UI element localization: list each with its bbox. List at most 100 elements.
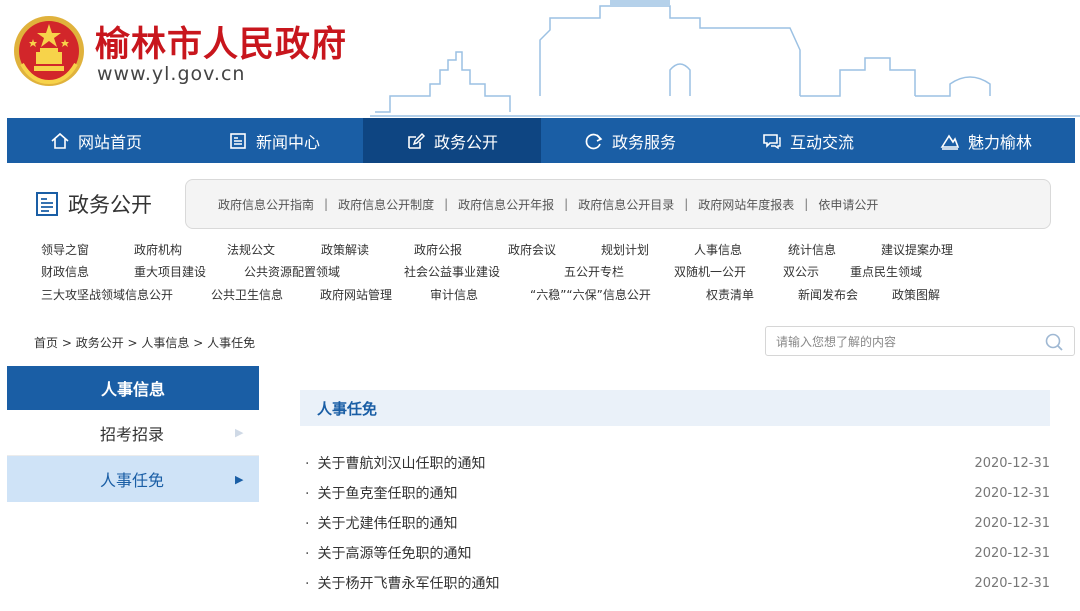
mountain-icon	[940, 134, 960, 150]
arrow-right-icon: ▶	[235, 426, 244, 439]
sublink[interactable]: 政府网站年度报表	[698, 196, 794, 213]
category-link[interactable]: 政策解读	[321, 241, 369, 258]
content-title: 人事任免	[300, 390, 1050, 426]
site-header: 榆林市人民政府 www.yl.gov.cn	[0, 0, 1080, 118]
separator: |	[804, 197, 809, 211]
category-link[interactable]: 财政信息	[41, 263, 89, 280]
category-link[interactable]: 五公开专栏	[564, 263, 624, 280]
category-link[interactable]: 政府网站管理	[320, 286, 392, 303]
category-link[interactable]: 三大攻坚战领域信息公开	[41, 286, 173, 303]
search-icon[interactable]	[1044, 332, 1064, 352]
sublinks-bar: 政府信息公开指南 | 政府信息公开制度 | 政府信息公开年报 | 政府信息公开目录 | …	[185, 179, 1051, 229]
category-link[interactable]: 政府会议	[508, 241, 556, 258]
list-item-date: 2020-12-31	[974, 485, 1050, 501]
nav-news[interactable]: 新闻中心	[185, 118, 363, 163]
list-item-date: 2020-12-31	[974, 455, 1050, 471]
sublink[interactable]: 政府信息公开指南	[218, 196, 314, 213]
nav-news-label: 新闻中心	[255, 132, 320, 152]
breadcrumb: 首页 > 政务公开 > 人事信息 > 人事任免	[34, 336, 256, 350]
sublink[interactable]: 依申请公开	[818, 196, 878, 213]
separator: |	[444, 197, 449, 211]
panel-title-text: 政务公开	[68, 193, 152, 217]
sidebar-title: 人事信息	[7, 366, 259, 410]
main-nav: 网站首页 新闻中心 政务公开 政务服务 互动交流 魅力榆林	[7, 118, 1075, 163]
category-link[interactable]: 社会公益事业建设	[404, 263, 500, 280]
category-link[interactable]: 建议提案办理	[881, 241, 953, 258]
nav-gov-affairs[interactable]: 政务公开	[363, 118, 541, 163]
search-box	[765, 326, 1075, 356]
document-icon	[36, 192, 58, 216]
nav-services-label: 政务服务	[611, 132, 676, 152]
separator: |	[324, 197, 329, 211]
category-link[interactable]: 权责清单	[706, 286, 754, 303]
separator: |	[684, 197, 689, 211]
sidebar-item-appointments[interactable]: 人事任免 ▶	[7, 456, 259, 502]
list-item-date: 2020-12-31	[974, 515, 1050, 531]
notice-list: 关于曹航刘汉山任职的通知 2020-12-31 关于鱼克奎任职的通知 2020-…	[305, 448, 1050, 598]
category-link[interactable]: 审计信息	[430, 286, 478, 303]
category-link[interactable]: 法规公文	[227, 241, 275, 258]
edit-icon	[408, 132, 426, 149]
nav-charm[interactable]: 魅力榆林	[897, 118, 1075, 163]
sidebar: 人事信息 招考招录 ▶ 人事任免 ▶	[7, 366, 259, 611]
list-item[interactable]: 关于鱼克奎任职的通知 2020-12-31	[305, 478, 1050, 508]
sidebar-item-label: 人事任免	[100, 471, 165, 490]
home-icon	[51, 132, 69, 149]
national-emblem-icon	[14, 16, 84, 86]
category-link[interactable]: 公共卫生信息	[211, 286, 283, 303]
site-url: www.yl.gov.cn	[97, 63, 246, 85]
nav-gov-affairs-label: 政务公开	[433, 132, 498, 152]
separator: |	[564, 197, 569, 211]
list-item-date: 2020-12-31	[974, 575, 1050, 591]
chat-icon	[763, 133, 781, 149]
sublink[interactable]: 政府信息公开目录	[578, 196, 674, 213]
nav-home-label: 网站首页	[77, 132, 142, 152]
category-link[interactable]: 新闻发布会	[798, 286, 858, 303]
sublink[interactable]: 政府信息公开年报	[458, 196, 554, 213]
nav-interaction[interactable]: 互动交流	[719, 118, 897, 163]
list-item-title[interactable]: 关于鱼克奎任职的通知	[305, 483, 457, 503]
category-link[interactable]: 重点民生领域	[850, 263, 922, 280]
breadcrumb-gov-affairs[interactable]: 政务公开	[76, 336, 124, 350]
category-link[interactable]: 规划计划	[601, 241, 649, 258]
category-link[interactable]: 双随机一公开	[674, 263, 746, 280]
newspaper-icon	[230, 132, 246, 149]
category-link[interactable]: “六稳”“六保”信息公开	[530, 286, 651, 303]
sidebar-item-recruitment[interactable]: 招考招录 ▶	[7, 410, 259, 456]
nav-charm-label: 魅力榆林	[967, 132, 1032, 152]
category-link[interactable]: 人事信息	[694, 241, 742, 258]
site-title[interactable]: 榆林市人民政府	[95, 16, 347, 67]
sublink[interactable]: 政府信息公开制度	[338, 196, 434, 213]
category-link[interactable]: 领导之窗	[41, 241, 89, 258]
sidebar-item-label: 招考招录	[100, 424, 165, 444]
category-link[interactable]: 政策图解	[892, 286, 940, 303]
category-link[interactable]: 公共资源配置领域	[244, 263, 340, 280]
list-item-title[interactable]: 关于尤建伟任职的通知	[305, 513, 457, 533]
category-link[interactable]: 双公示	[783, 263, 819, 280]
category-link[interactable]: 重大项目建设	[134, 263, 206, 280]
list-item-title[interactable]: 关于高源等任免职的通知	[305, 543, 471, 563]
breadcrumb-current[interactable]: 人事任免	[207, 336, 255, 350]
breadcrumb-personnel-info[interactable]: 人事信息	[141, 336, 189, 350]
search-input[interactable]	[776, 332, 1026, 352]
nav-services[interactable]: 政务服务	[541, 118, 719, 163]
list-item-title[interactable]: 关于曹航刘汉山任职的通知	[305, 453, 485, 473]
list-item[interactable]: 关于曹航刘汉山任职的通知 2020-12-31	[305, 448, 1050, 478]
content-area: 人事任免 关于曹航刘汉山任职的通知 2020-12-31 关于鱼克奎任职的通知 …	[275, 366, 1075, 611]
gov-affairs-panel: 政务公开 政府信息公开指南 | 政府信息公开制度 | 政府信息公开年报 | 政府信息公…	[7, 163, 1075, 318]
list-item[interactable]: 关于高源等任免职的通知 2020-12-31	[305, 538, 1050, 568]
category-link[interactable]: 统计信息	[788, 241, 836, 258]
nav-interaction-label: 互动交流	[789, 132, 854, 152]
refresh-icon	[585, 133, 603, 149]
nav-home[interactable]: 网站首页	[7, 118, 185, 163]
list-item[interactable]: 关于杨开飞曹永军任职的通知 2020-12-31	[305, 568, 1050, 598]
category-link[interactable]: 政府机构	[134, 241, 182, 258]
arrow-right-icon: ▶	[235, 472, 244, 486]
breadcrumb-home[interactable]: 首页	[34, 336, 58, 350]
panel-title: 政务公开	[34, 189, 152, 219]
list-item-date: 2020-12-31	[974, 545, 1050, 561]
list-item-title[interactable]: 关于杨开飞曹永军任职的通知	[305, 573, 499, 593]
city-skyline-decoration	[370, 0, 1080, 117]
category-link[interactable]: 政府公报	[414, 241, 462, 258]
list-item[interactable]: 关于尤建伟任职的通知 2020-12-31	[305, 508, 1050, 538]
